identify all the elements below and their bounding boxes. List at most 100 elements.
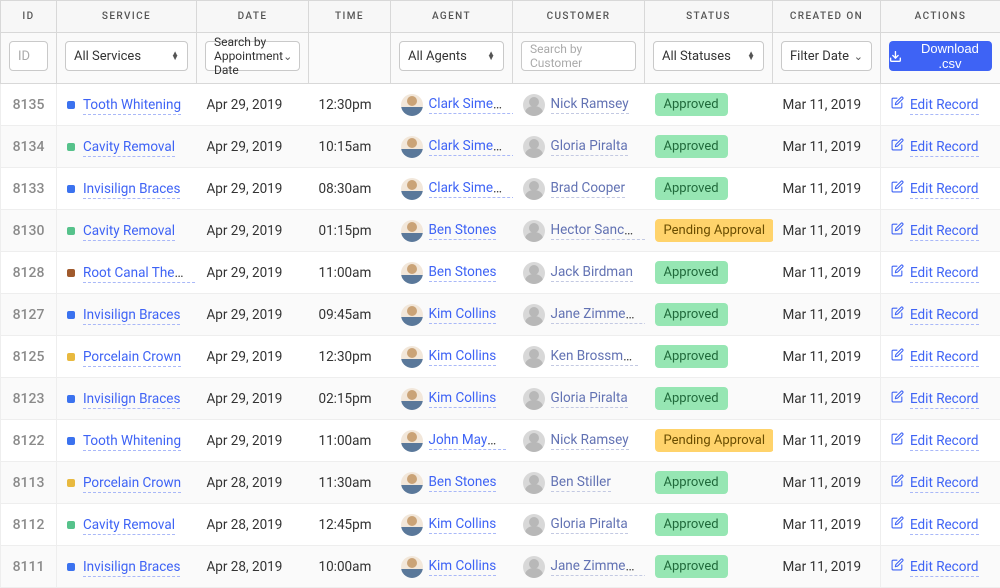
table-row: 8122Tooth WhiteningApr 29, 201911:00amJo… [1,420,1000,462]
row-actions-cell: Edit Record [881,252,1000,294]
service-link[interactable]: Cavity Removal [83,223,175,241]
row-service-cell: Invisilign Braces [57,294,197,336]
row-service-cell: Invisilign Braces [57,168,197,210]
service-link[interactable]: Invisilign Braces [83,391,180,409]
row-agent-cell: Clark Simeone [391,84,513,126]
agent-link[interactable]: Kim Collins [429,516,497,534]
agent-link[interactable]: Kim Collins [429,558,497,576]
customer-link[interactable]: Gloria Piralta [551,138,628,156]
customer-link[interactable]: Gloria Piralta [551,390,628,408]
service-link[interactable]: Porcelain Crown [83,349,181,367]
edit-record-link[interactable]: Edit Record [910,433,979,451]
agent-link[interactable]: Kim Collins [429,390,497,408]
customer-avatar [523,304,545,326]
customer-link[interactable]: Nick Ramsey [551,432,629,450]
status-badge: Approved [655,387,728,410]
agent-link[interactable]: John Mayers [429,432,506,450]
edit-record-link[interactable]: Edit Record [910,139,979,157]
row-customer-cell: Jane Zimmerman [513,546,645,588]
row-time: 10:15am [309,126,391,168]
table-row: 8130Cavity RemovalApr 29, 201901:15pmBen… [1,210,1000,252]
edit-record-link[interactable]: Edit Record [910,223,979,241]
customer-avatar [523,346,545,368]
agent-link[interactable]: Clark Simeone [429,138,513,156]
edit-icon [891,222,904,239]
service-link[interactable]: Tooth Whitening [83,433,181,451]
service-link[interactable]: Cavity Removal [83,517,175,535]
row-agent-cell: John Mayers [391,420,513,462]
edit-record-link[interactable]: Edit Record [910,349,979,367]
edit-record-link[interactable]: Edit Record [910,307,979,325]
customer-avatar [523,220,545,242]
agent-link[interactable]: Ben Stones [429,264,497,282]
filter-agent-select[interactable]: All Agents ▲▼ [399,41,504,71]
row-created: Mar 11, 2019 [773,336,881,378]
row-id: 8122 [1,420,57,462]
service-link[interactable]: Invisilign Braces [83,307,180,325]
agent-avatar [401,136,423,158]
agent-link[interactable]: Clark Simeone [429,180,513,198]
table-filter-row: ID All Services ▲▼ Search by Appointment… [1,33,1000,84]
col-header-actions: ACTIONS [881,1,1000,33]
row-service-cell: Cavity Removal [57,126,197,168]
customer-link[interactable]: Jack Birdman [551,264,633,282]
service-link[interactable]: Tooth Whitening [83,97,181,115]
row-actions-cell: Edit Record [881,336,1000,378]
row-service-cell: Cavity Removal [57,210,197,252]
agent-avatar [401,304,423,326]
edit-record-link[interactable]: Edit Record [910,97,979,115]
edit-record-link[interactable]: Edit Record [910,265,979,283]
customer-avatar [523,262,545,284]
customer-link[interactable]: Brad Cooper [551,180,626,198]
row-date: Apr 29, 2019 [197,126,309,168]
agent-link[interactable]: Kim Collins [429,348,497,366]
row-status-cell: Approved [645,84,773,126]
row-id: 8112 [1,504,57,546]
edit-record-link[interactable]: Edit Record [910,181,979,199]
filter-customer-input[interactable]: Search by Customer [521,41,636,71]
filter-service-value: All Services [74,49,141,64]
row-id: 8135 [1,84,57,126]
col-header-id: ID [1,1,57,33]
edit-record-link[interactable]: Edit Record [910,391,979,409]
row-service-cell: Cavity Removal [57,504,197,546]
download-csv-button[interactable]: Download .csv [889,41,992,71]
customer-link[interactable]: Gloria Piralta [551,516,628,534]
row-date: Apr 29, 2019 [197,294,309,336]
customer-link[interactable]: Hector Sanchez [551,222,645,240]
service-link[interactable]: Invisilign Braces [83,181,180,199]
row-customer-cell: Jane Zimmerman [513,294,645,336]
customer-link[interactable]: Nick Ramsey [551,96,629,114]
customer-link[interactable]: Jane Zimmerman [551,558,645,576]
customer-link[interactable]: Jane Zimmerman [551,306,645,324]
edit-record-link[interactable]: Edit Record [910,475,979,493]
service-link[interactable]: Cavity Removal [83,139,175,157]
row-time: 02:15pm [309,378,391,420]
agent-link[interactable]: Ben Stones [429,474,497,492]
filter-created-select[interactable]: Filter Date ⌄ [781,41,872,71]
row-status-cell: Approved [645,504,773,546]
edit-record-link[interactable]: Edit Record [910,559,979,577]
agent-link[interactable]: Kim Collins [429,306,497,324]
row-actions-cell: Edit Record [881,126,1000,168]
filter-status-select[interactable]: All Statuses ▲▼ [653,41,764,71]
row-time: 12:30pm [309,336,391,378]
filter-service-select[interactable]: All Services ▲▼ [65,41,188,71]
row-time: 11:00am [309,252,391,294]
filter-date-select[interactable]: Search by Appointment Date ⌄ [205,41,300,71]
filter-id-input[interactable]: ID [9,41,48,71]
edit-record-link[interactable]: Edit Record [910,517,979,535]
status-badge: Approved [655,177,728,200]
service-link[interactable]: Porcelain Crown [83,475,181,493]
row-customer-cell: Nick Ramsey [513,84,645,126]
service-link[interactable]: Root Canal Therapy [83,265,197,283]
agent-avatar [401,178,423,200]
customer-link[interactable]: Ken Brossman [551,348,638,366]
customer-avatar [523,388,545,410]
row-created: Mar 11, 2019 [773,168,881,210]
table-row: 8125Porcelain CrownApr 29, 201912:30pmKi… [1,336,1000,378]
agent-link[interactable]: Clark Simeone [429,96,513,114]
service-link[interactable]: Invisilign Braces [83,559,180,577]
customer-link[interactable]: Ben Stiller [551,474,611,492]
agent-link[interactable]: Ben Stones [429,222,497,240]
